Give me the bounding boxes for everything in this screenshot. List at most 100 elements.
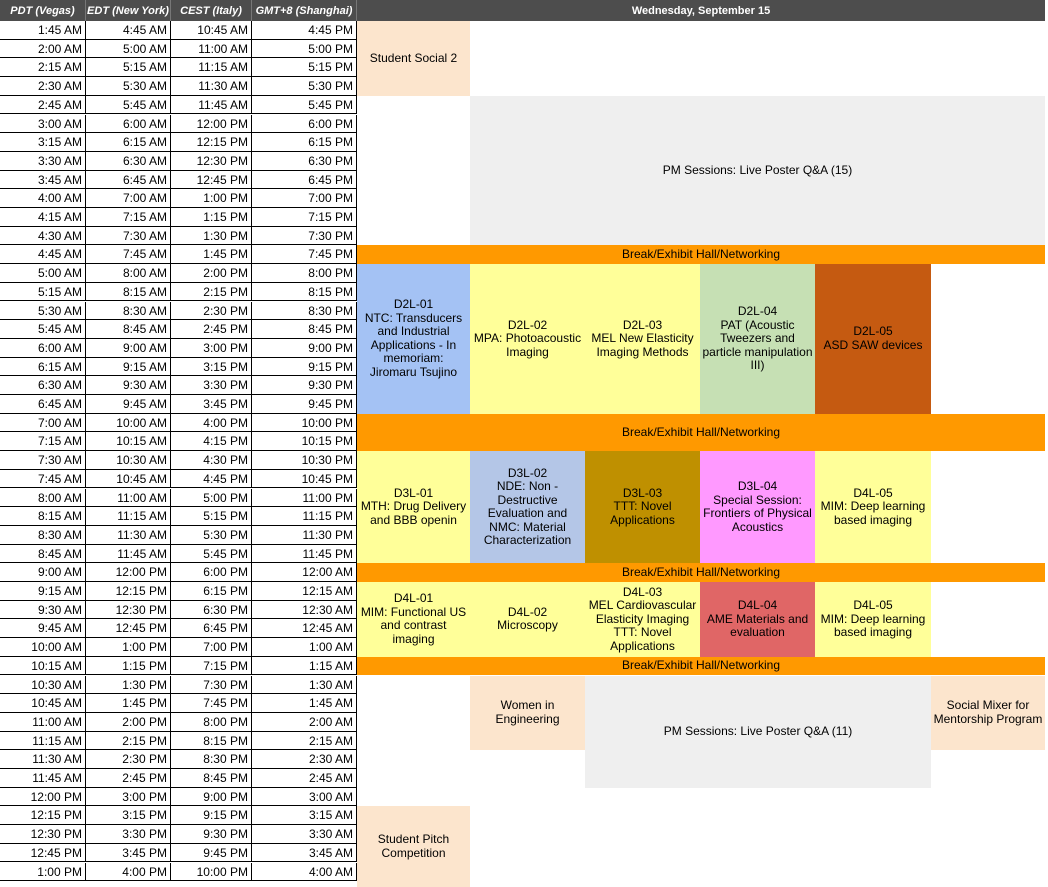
time-cell: 5:15 AM [0, 282, 86, 302]
time-cell: 10:45 PM [252, 469, 357, 489]
time-cell: 2:45 PM [86, 769, 171, 788]
session-d3l-01[interactable]: D3L-01 MTH: Drug Delivery and BBB openin [357, 451, 470, 564]
session-d4l-05-a[interactable]: D4L-05 MIM: Deep learning based imaging [815, 451, 931, 564]
time-cell: 9:15 PM [171, 806, 252, 826]
time-cell: 1:30 AM [252, 675, 357, 695]
session-d4l-01[interactable]: D4L-01 MIM: Functional US and contrast i… [357, 582, 470, 657]
time-cell: 11:15 AM [0, 731, 86, 751]
time-cell: 11:00 AM [0, 712, 86, 732]
time-cell: 2:15 AM [252, 731, 357, 751]
session-label: D4L-03 MEL Cardiovascular Elasticity Ima… [588, 584, 697, 653]
time-cell: 2:30 PM [171, 301, 252, 321]
session-label: D4L-02 Microscopy [497, 604, 558, 633]
time-cell: 8:15 PM [171, 731, 252, 751]
time-cell: 2:45 PM [171, 320, 252, 339]
time-cell: 11:30 AM [0, 750, 86, 769]
time-cell: 3:00 AM [0, 114, 86, 134]
session-d4l-05-b[interactable]: D4L-05 MIM: Deep learning based imaging [815, 582, 931, 657]
session-d3l-03[interactable]: D3L-03 TTT: Novel Applications [585, 451, 700, 564]
session-d2l-04[interactable]: D2L-04 PAT (Acoustic Tweezers and partic… [700, 264, 815, 414]
time-cell: 12:00 AM [252, 563, 357, 582]
time-cell: 4:45 PM [171, 469, 252, 489]
time-cell: 6:15 PM [171, 582, 252, 601]
time-cell: 11:45 AM [0, 769, 86, 788]
session-label: Break/Exhibit Hall/Networking [621, 658, 781, 673]
time-cell: 12:15 AM [252, 582, 357, 601]
time-cell: 8:15 AM [86, 282, 171, 302]
session-d2l-03[interactable]: D2L-03 MEL New Elasticity Imaging Method… [585, 264, 700, 414]
time-cell: 5:30 AM [86, 77, 171, 96]
time-cell: 3:30 PM [171, 376, 252, 395]
time-cell: 11:30 AM [171, 77, 252, 96]
time-cell: 11:45 AM [171, 95, 252, 115]
time-cell: 10:30 AM [86, 451, 171, 470]
time-cell: 2:00 PM [171, 264, 252, 283]
session-break-1[interactable]: Break/Exhibit Hall/Networking [357, 245, 1045, 265]
session-pm-poster-qa-11[interactable]: PM Sessions: Live Poster Q&A (11) [585, 675, 931, 788]
time-cell: 12:15 PM [86, 582, 171, 601]
time-cell: 3:30 PM [86, 825, 171, 844]
time-column-header: EDT (New York) [86, 0, 171, 21]
time-cell: 12:00 PM [171, 114, 252, 134]
time-cell: 4:00 AM [0, 189, 86, 208]
session-d2l-01[interactable]: D2L-01 NTC: Transducers and Industrial A… [357, 264, 470, 414]
session-break-4[interactable]: Break/Exhibit Hall/Networking [357, 656, 1045, 676]
time-cell: 9:45 PM [171, 843, 252, 863]
time-cell: 1:15 PM [171, 208, 252, 227]
time-cell: 10:45 AM [171, 21, 252, 40]
time-cell: 5:00 AM [86, 39, 171, 59]
time-cell: 11:45 PM [252, 544, 357, 564]
time-cell: 3:30 AM [0, 151, 86, 171]
time-cell: 11:00 PM [252, 488, 357, 508]
time-cell: 11:45 AM [86, 544, 171, 564]
session-student-social-2[interactable]: Student Social 2 [357, 21, 470, 96]
session-d4l-03[interactable]: D4L-03 MEL Cardiovascular Elasticity Ima… [585, 582, 700, 657]
time-cell: 9:30 AM [0, 600, 86, 620]
time-cell: 3:00 AM [252, 787, 357, 807]
time-cell: 9:15 AM [86, 357, 171, 377]
session-label: D2L-05 ASD SAW devices [823, 324, 923, 352]
time-cell: 3:30 AM [252, 825, 357, 844]
time-cell: 5:15 PM [171, 507, 252, 526]
time-cell: 7:15 PM [252, 208, 357, 227]
time-cell: 9:45 AM [0, 619, 86, 639]
session-women-in-engineering[interactable]: Women in Engineering [470, 675, 585, 751]
session-d4l-04[interactable]: D4L-04 AME Materials and evaluation [700, 582, 815, 657]
time-cell: 3:15 AM [252, 806, 357, 826]
time-cell: 1:00 PM [171, 189, 252, 208]
time-cell: 3:15 PM [86, 806, 171, 826]
time-cell: 10:30 AM [0, 675, 86, 695]
time-cell: 12:30 AM [252, 600, 357, 620]
time-cell: 8:30 AM [86, 301, 171, 321]
time-cell: 9:00 AM [86, 338, 171, 358]
time-cell: 12:45 PM [171, 170, 252, 190]
session-d2l-05[interactable]: D2L-05 ASD SAW devices [815, 264, 931, 414]
session-d4l-02[interactable]: D4L-02 Microscopy [470, 582, 585, 657]
session-student-pitch[interactable]: Student Pitch Competition [357, 806, 470, 887]
session-social-mixer[interactable]: Social Mixer for Mentorship Program [931, 675, 1045, 751]
session-pm-poster-qa-15[interactable]: PM Sessions: Live Poster Q&A (15) [470, 95, 1045, 246]
time-cell: 9:45 AM [86, 395, 171, 414]
time-cell: 7:30 PM [252, 226, 357, 246]
time-cell: 9:00 PM [252, 338, 357, 358]
session-d3l-02[interactable]: D3L-02 NDE: Non - Destructive Evaluation… [470, 451, 585, 564]
time-cell: 4:00 AM [252, 862, 357, 882]
time-cell: 10:00 AM [0, 638, 86, 657]
session-label: PM Sessions: Live Poster Q&A (15) [662, 162, 853, 177]
time-cell: 10:15 PM [252, 432, 357, 452]
session-d3l-04[interactable]: D3L-04 Special Session: Frontiers of Phy… [700, 451, 815, 564]
time-cell: 9:30 PM [252, 376, 357, 395]
time-cell: 9:00 PM [171, 787, 252, 807]
session-break-2[interactable]: Break/Exhibit Hall/Networking [357, 413, 1045, 452]
time-cell: 9:30 AM [86, 376, 171, 395]
time-cell: 5:00 PM [252, 39, 357, 59]
time-cell: 11:30 PM [252, 525, 357, 545]
time-cell: 9:30 PM [171, 825, 252, 844]
time-cell: 3:45 AM [252, 843, 357, 863]
session-break-3[interactable]: Break/Exhibit Hall/Networking [357, 563, 1045, 582]
time-cell: 8:15 PM [252, 282, 357, 302]
time-cell: 12:45 AM [252, 619, 357, 639]
time-cell: 8:45 AM [86, 320, 171, 339]
time-cell: 2:30 AM [0, 77, 86, 96]
session-d2l-02[interactable]: D2L-02 MPA: Photoacoustic Imaging [470, 264, 585, 414]
